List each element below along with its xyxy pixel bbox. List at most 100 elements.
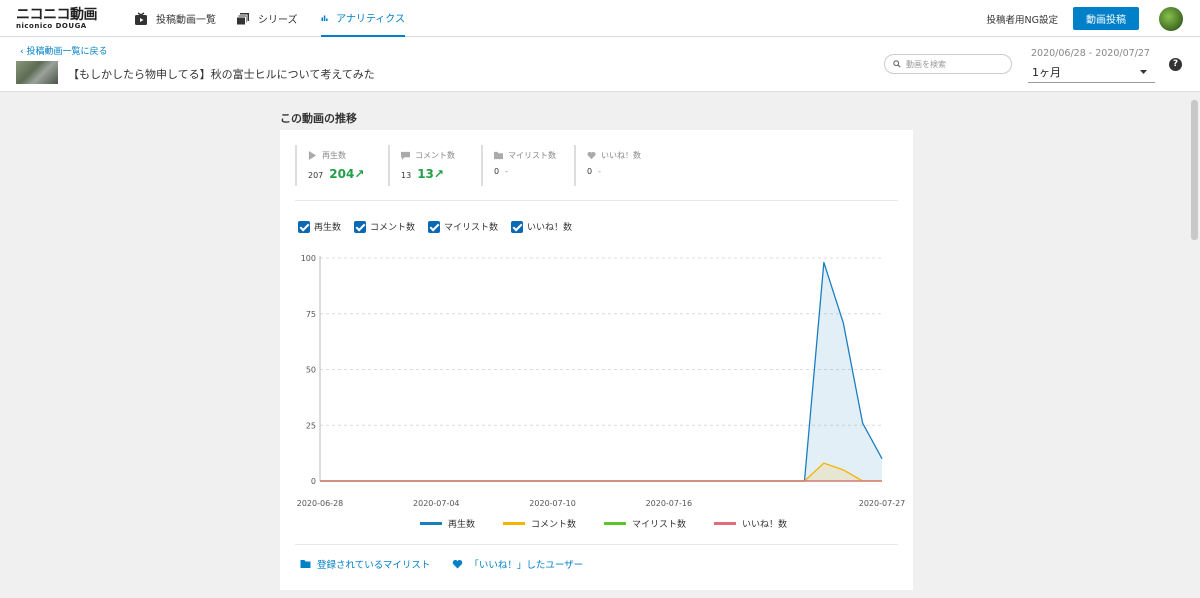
nav-analytics[interactable]: アナリティクス [321, 0, 405, 37]
nav-video-list[interactable]: 投稿動画一覧 [134, 0, 216, 37]
checkbox-checked-icon [511, 220, 524, 233]
stat-mylist: マイリスト数 0 - [481, 145, 574, 186]
checkbox-comments[interactable]: コメント数 [354, 220, 415, 233]
video-subheader: ‹ 投稿動画一覧に戻る 【もしかしたら物申してる】秋の富士ヒルについて考えてみた… [0, 37, 1200, 92]
checkbox-label: マイリスト数 [444, 223, 499, 233]
caret-down-icon [1140, 69, 1147, 74]
page-scrollbar[interactable] [1188, 92, 1200, 598]
checkbox-checked-icon [298, 220, 310, 233]
stat-views: 再生数 207 204↗ [295, 145, 388, 186]
series-area-0 [320, 262, 882, 481]
back-link-label: 投稿動画一覧に戻る [26, 47, 108, 57]
stat-label: コメント数 [415, 151, 455, 160]
stat-label-row: 再生数 [308, 150, 388, 161]
x-tick-label: 2020-07-16 [646, 499, 693, 508]
series-line-0 [320, 261, 883, 482]
folder-icon [300, 560, 311, 568]
x-tick-label: 2020-06-28 [297, 499, 344, 508]
stat-change-dash: - [505, 167, 508, 176]
video-search-input[interactable]: 動画を検索 [884, 54, 1012, 74]
legend-label: 再生数 [448, 520, 476, 530]
legend-swatch [420, 522, 442, 525]
legend-item: マイリスト数 [604, 517, 686, 530]
stat-comments: コメント数 13 13↗ [388, 145, 481, 186]
series-area-1 [320, 463, 882, 481]
y-tick-label: 75 [306, 310, 316, 319]
nav-label: アナリティクス [336, 14, 405, 25]
checkbox-likes[interactable]: いいね！数 [511, 220, 572, 233]
legend-item: コメント数 [503, 517, 576, 530]
folder-icon [494, 151, 503, 160]
legend-item: 再生数 [420, 517, 475, 530]
legend-swatch [604, 522, 627, 525]
legend-label: マイリスト数 [632, 520, 687, 530]
legend-swatch [714, 522, 737, 525]
legend-label: コメント数 [531, 520, 577, 530]
stat-values: 207 204↗ [308, 167, 388, 181]
stat-previous-value: 0 [494, 167, 500, 176]
y-tick-label: 0 [311, 477, 316, 486]
ng-settings-link[interactable]: 投稿者用NG設定 [987, 12, 1058, 26]
x-tick-label: 2020-07-04 [413, 499, 460, 508]
comment-icon [401, 151, 410, 160]
upload-video-button[interactable]: 動画投稿 [1073, 7, 1139, 30]
analytics-card: 再生数 207 204↗ コメント数 13 13↗ マイリスト数 0 - いいね… [280, 130, 913, 590]
video-title: 【もしかしたら物申してる】秋の富士ヒルについて考えてみた [68, 68, 375, 81]
video-thumbnail [16, 61, 58, 84]
tv-icon [135, 11, 147, 25]
chevron-left-icon: ‹ [20, 47, 24, 57]
logo-text: ニコニコ動画 [16, 7, 98, 23]
stack-icon [236, 12, 249, 25]
stat-previous-value: 13 [401, 171, 412, 180]
checkbox-views[interactable]: 再生数 [298, 220, 341, 233]
liked-users-link[interactable]: 「いいね！」したユーザー [452, 557, 583, 571]
scrollbar-thumb[interactable] [1191, 100, 1198, 240]
y-tick-label: 25 [306, 421, 316, 430]
heart-icon [587, 151, 596, 160]
checkbox-label: 再生数 [314, 223, 342, 233]
chart-legend: 再生数 コメント数 マイリスト数 いいね！数 [420, 517, 787, 530]
stat-label-row: マイリスト数 [494, 150, 574, 161]
divider [295, 544, 898, 545]
checkbox-mylist[interactable]: マイリスト数 [428, 220, 498, 233]
series-line-1 [320, 462, 882, 482]
logo-subtext: niconico DOUGA [16, 22, 87, 30]
stat-values: 0 - [494, 167, 574, 176]
back-to-list-link[interactable]: ‹ 投稿動画一覧に戻る [20, 44, 108, 57]
stat-previous-value: 0 [587, 167, 593, 176]
stat-previous-value: 207 [308, 171, 324, 180]
stat-values: 13 13↗ [401, 167, 481, 181]
nav-label: 投稿動画一覧 [156, 15, 216, 26]
stat-label-row: コメント数 [401, 150, 481, 161]
stat-current-value: 13↗ [417, 167, 444, 181]
liked-users-link-label: 「いいね！」したユーザー [469, 560, 584, 571]
mylist-link[interactable]: 登録されているマイリスト [300, 557, 430, 571]
checkbox-label: コメント数 [370, 223, 416, 233]
nav-label: シリーズ [258, 15, 298, 26]
checkbox-checked-icon [428, 220, 441, 233]
x-tick-label: 2020-07-10 [529, 499, 576, 508]
play-icon [308, 151, 317, 160]
bar-chart-icon [321, 14, 328, 21]
checkbox-label: いいね！数 [527, 223, 573, 233]
date-range: 2020/06/28 - 2020/07/27 [1031, 48, 1150, 59]
nav-series[interactable]: シリーズ [236, 0, 298, 37]
checkbox-checked-icon [354, 220, 367, 233]
help-icon[interactable]: ? [1169, 58, 1182, 71]
trend-chart: 0 25 50 75 100 2020-06-28 2020-07-04 2020-07-10… [297, 254, 906, 508]
y-tick-label: 50 [306, 366, 316, 375]
top-header: ニコニコ動画 niconico DOUGA 投稿動画一覧 シリーズ アナリティク… [0, 0, 1200, 37]
period-select[interactable]: 1ヶ月 [1028, 62, 1155, 83]
x-tick-label: 2020-07-27 [859, 499, 906, 508]
search-placeholder: 動画を検索 [906, 59, 946, 69]
stat-likes: いいね！数 0 - [574, 145, 667, 186]
divider [295, 200, 898, 201]
niconico-logo[interactable]: ニコニコ動画 niconico DOUGA [16, 7, 98, 30]
mylist-link-label: 登録されているマイリスト [317, 560, 431, 571]
stat-label: マイリスト数 [508, 151, 556, 160]
search-icon [893, 60, 901, 68]
y-tick-label: 100 [301, 254, 316, 263]
avatar[interactable] [1159, 7, 1183, 31]
stat-label-row: いいね！数 [587, 150, 667, 161]
related-links: 登録されているマイリスト 「いいね！」したユーザー [300, 557, 583, 571]
